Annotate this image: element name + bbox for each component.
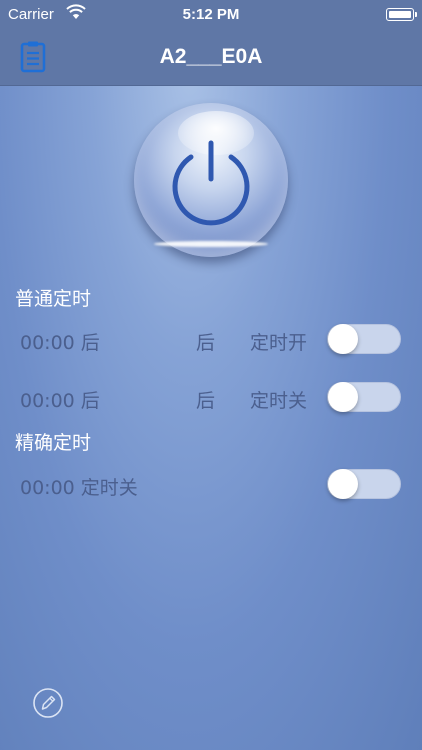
timer-on-toggle[interactable] bbox=[327, 324, 401, 354]
normal-timer-title: 普通定时 bbox=[15, 288, 92, 310]
timer-on-after-label: 后 bbox=[196, 332, 216, 354]
precise-timer-title: 精确定时 bbox=[15, 432, 92, 454]
status-time: 5:12 PM bbox=[182, 6, 240, 23]
battery-icon bbox=[386, 8, 417, 21]
precise-timer-off-time[interactable]: 00:00 定时关 bbox=[20, 473, 138, 500]
precise-timer-toggle[interactable] bbox=[327, 469, 401, 499]
nav-bar: A2___E0A bbox=[0, 30, 422, 86]
device-title: A2___E0A bbox=[159, 45, 263, 68]
timer-off-toggle[interactable] bbox=[327, 382, 401, 412]
timer-off-after-label: 后 bbox=[196, 390, 216, 412]
timer-on-delay-time[interactable]: 00:00 后 bbox=[20, 328, 100, 355]
power-button[interactable] bbox=[134, 103, 288, 257]
timer-off-delay-time[interactable]: 00:00 后 bbox=[20, 386, 100, 413]
toggle-knob bbox=[328, 324, 358, 354]
power-icon bbox=[172, 140, 250, 226]
status-bar: Carrier 5:12 PM bbox=[0, 0, 422, 30]
timer-off-label: 定时关 bbox=[250, 390, 308, 412]
toggle-knob bbox=[328, 469, 358, 499]
toggle-knob bbox=[328, 382, 358, 412]
pencil-icon[interactable] bbox=[32, 687, 64, 719]
timer-on-label: 定时开 bbox=[250, 332, 308, 354]
